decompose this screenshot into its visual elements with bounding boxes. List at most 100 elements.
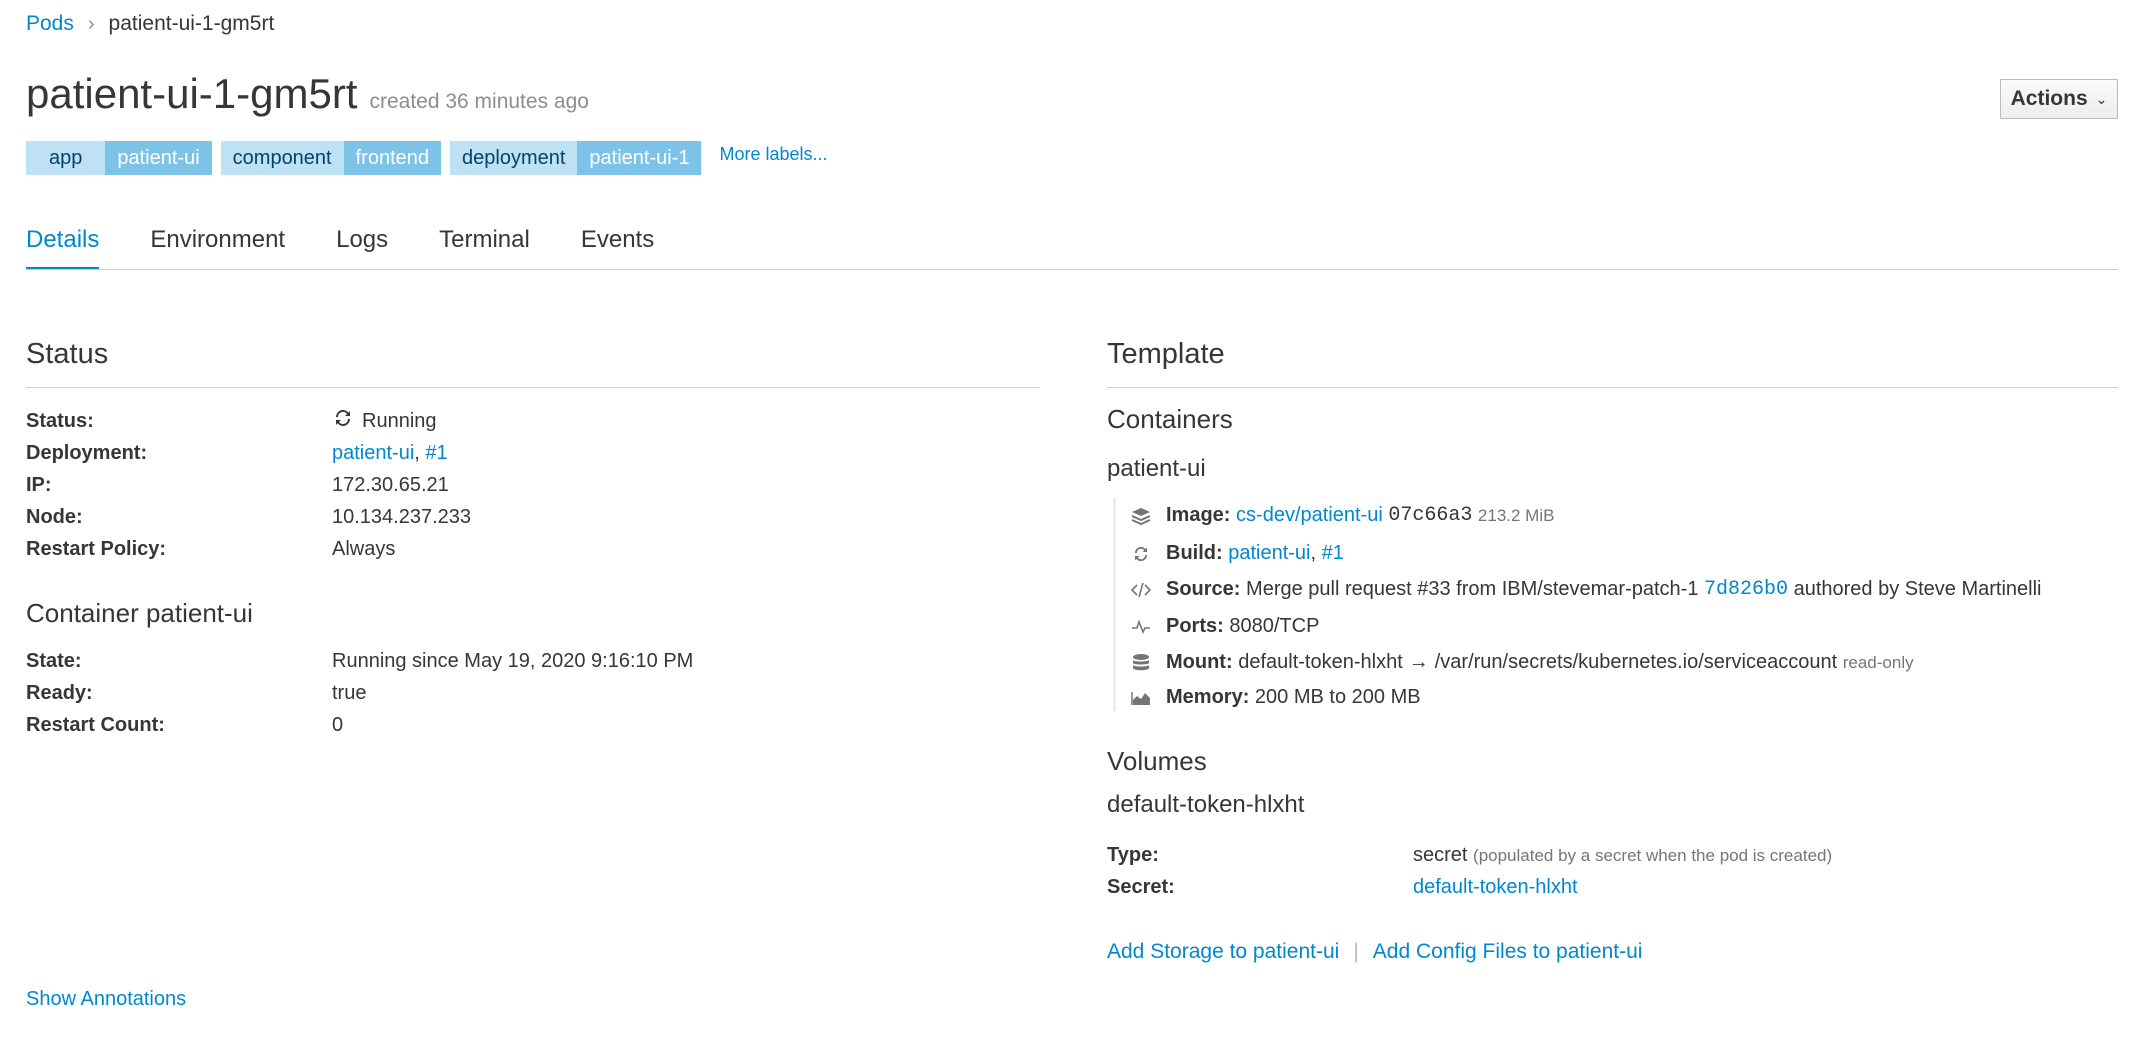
image-key: Image: xyxy=(1166,504,1231,526)
show-annotations-link[interactable]: Show Annotations xyxy=(26,988,186,1011)
chevron-right-icon: › xyxy=(87,12,95,35)
template-actions: Add Storage to patient-ui | Add Config F… xyxy=(1107,940,1642,964)
image-hash: 07c66a3 xyxy=(1388,504,1473,527)
volume-type-note: (populated by a secret when the pod is c… xyxy=(1473,846,1833,865)
source-text: Merge pull request #33 from IBM/stevemar… xyxy=(1246,578,1699,600)
refresh-icon xyxy=(1130,543,1152,565)
build-key: Build: xyxy=(1166,542,1223,564)
area-chart-icon xyxy=(1130,687,1152,709)
volume-type-key: Type: xyxy=(1107,844,1159,866)
image-link[interactable]: cs-dev/patient-ui xyxy=(1236,504,1383,527)
volume-secret-link[interactable]: default-token-hlxht xyxy=(1413,876,1578,899)
image-size: 213.2 MiB xyxy=(1477,505,1555,525)
mount-key: Mount: xyxy=(1166,651,1233,673)
deployment-key: Deployment: xyxy=(26,442,148,464)
more-labels-link[interactable]: More labels... xyxy=(719,144,827,165)
memory-key: Memory: xyxy=(1166,686,1250,708)
deployment-sep: , xyxy=(414,442,420,464)
container-ports-row: Ports: 8080/TCP xyxy=(1130,615,1319,638)
volumes-heading: Volumes xyxy=(1107,746,1207,776)
container-build-row: Build: patient-ui, #1 xyxy=(1130,542,1344,565)
status-heading: Status xyxy=(26,338,109,370)
status-text: Running xyxy=(362,409,437,432)
database-icon xyxy=(1130,652,1152,674)
caret-down-icon: ⌄ xyxy=(2095,90,2108,107)
title-row: patient-ui-1-gm5rt created 36 minutes ag… xyxy=(26,70,589,118)
container-memory-row: Memory: 200 MB to 200 MB xyxy=(1130,686,1421,709)
ip-value: 172.30.65.21 xyxy=(332,474,449,496)
container-image-row: Image: cs-dev/patient-ui 07c66a3 213.2 M… xyxy=(1130,504,1554,527)
memory-value: 200 MB to 200 MB xyxy=(1254,686,1421,708)
add-config-files-link[interactable]: Add Config Files to patient-ui xyxy=(1373,940,1643,964)
layers-icon xyxy=(1130,505,1152,527)
restart-count-value: 0 xyxy=(332,714,344,736)
build-link[interactable]: patient-ui xyxy=(1228,542,1310,565)
tab-details[interactable]: Details xyxy=(26,226,100,270)
tab-terminal[interactable]: Terminal xyxy=(439,226,530,270)
actions-label: Actions xyxy=(2010,87,2088,110)
actions-button[interactable]: Actions ⌄ xyxy=(2000,79,2118,119)
source-commit-link[interactable]: 7d826b0 xyxy=(1704,578,1788,601)
state-key: State: xyxy=(26,650,82,672)
mount-path: /var/run/secrets/kubernetes.io/serviceac… xyxy=(1434,651,1838,673)
status-value: Running xyxy=(332,408,437,434)
label-key: app xyxy=(26,141,106,175)
deployment-value: patient-ui, #1 xyxy=(332,442,448,465)
build-sep: , xyxy=(1310,542,1317,564)
ports-value: 8080/TCP xyxy=(1229,615,1320,637)
label-value: patient-ui xyxy=(105,141,212,175)
breadcrumb-pods-link[interactable]: Pods xyxy=(26,12,74,36)
add-storage-link[interactable]: Add Storage to patient-ui xyxy=(1107,940,1339,964)
containers-heading: Containers xyxy=(1107,404,1233,434)
node-value: 10.134.237.233 xyxy=(332,506,472,528)
volume-name: default-token-hlxht xyxy=(1107,791,1305,818)
template-heading: Template xyxy=(1107,338,1225,370)
code-icon xyxy=(1130,579,1152,601)
pod-details-page: Pods › patient-ui-1-gm5rt patient-ui-1-g… xyxy=(0,0,2136,1048)
deployment-link[interactable]: patient-ui xyxy=(332,442,414,464)
state-value: Running since May 19, 2020 9:16:10 PM xyxy=(332,650,694,672)
mount-name: default-token-hlxht xyxy=(1238,651,1403,673)
restart-count-key: Restart Count: xyxy=(26,714,165,736)
build-number-link[interactable]: #1 xyxy=(1322,542,1344,565)
page-title: patient-ui-1-gm5rt xyxy=(26,70,358,117)
label-value: frontend xyxy=(343,141,442,175)
label-key: deployment xyxy=(450,141,578,175)
ports-key: Ports: xyxy=(1166,615,1224,637)
ip-key: IP: xyxy=(26,474,52,496)
tab-environment[interactable]: Environment xyxy=(150,226,285,270)
volume-type-value: secret (populated by a secret when the p… xyxy=(1413,844,1832,867)
node-key: Node: xyxy=(26,506,83,528)
restart-policy-value: Always xyxy=(332,538,396,560)
breadcrumb-current: patient-ui-1-gm5rt xyxy=(108,12,275,35)
container-source-row: Source: Merge pull request #33 from IBM/… xyxy=(1130,578,2042,601)
ready-value: true xyxy=(332,682,367,704)
tab-logs[interactable]: Logs xyxy=(336,226,388,270)
created-timestamp: created 36 minutes ago xyxy=(369,90,589,113)
pulse-icon xyxy=(1130,616,1152,638)
container-state-heading: Container patient-ui xyxy=(26,598,253,628)
label-app[interactable]: app patient-ui xyxy=(26,141,212,175)
source-author: authored by Steve Martinelli xyxy=(1793,578,2042,600)
ready-key: Ready: xyxy=(26,682,93,704)
label-deployment[interactable]: deployment patient-ui-1 xyxy=(450,141,702,175)
label-value: patient-ui-1 xyxy=(577,141,702,175)
restart-policy-key: Restart Policy: xyxy=(26,538,167,560)
status-divider xyxy=(26,387,1040,388)
mount-mode: read-only xyxy=(1842,652,1914,672)
volume-secret-key: Secret: xyxy=(1107,876,1175,898)
tab-events[interactable]: Events xyxy=(581,226,654,270)
link-divider: | xyxy=(1353,940,1359,963)
container-name: patient-ui xyxy=(1107,455,1206,482)
template-divider xyxy=(1107,387,2118,388)
source-key: Source: xyxy=(1166,578,1241,600)
labels-row: app patient-ui component frontend deploy… xyxy=(26,141,828,175)
label-component[interactable]: component frontend xyxy=(220,141,442,175)
tab-bar: Details Environment Logs Terminal Events xyxy=(26,226,654,270)
tabs-divider xyxy=(26,269,2118,270)
deployment-number-link[interactable]: #1 xyxy=(425,442,447,464)
status-key: Status: xyxy=(26,410,94,432)
sync-icon xyxy=(332,408,354,434)
container-details-border xyxy=(1113,498,2121,711)
breadcrumb: Pods › patient-ui-1-gm5rt xyxy=(26,12,274,36)
